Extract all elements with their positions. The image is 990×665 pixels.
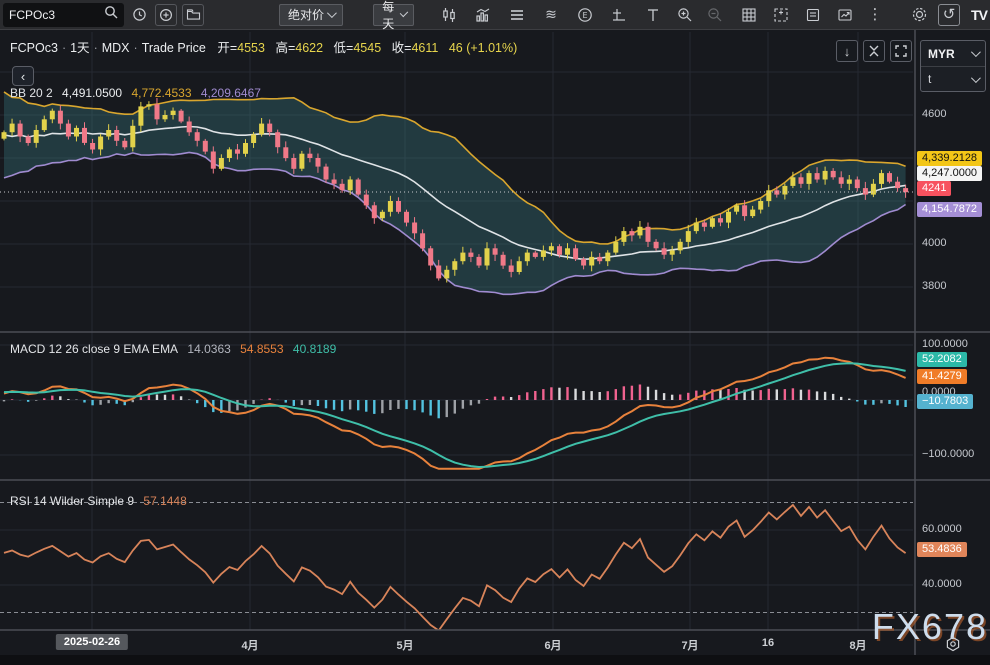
symbol-info-row[interactable]: FCPOc3·1天·MDX·Trade Price 开=4553 高=4622 … bbox=[10, 37, 517, 56]
chevron-down-icon bbox=[971, 73, 981, 83]
zoom-out-icon[interactable] bbox=[704, 4, 726, 26]
templates-icon[interactable] bbox=[506, 4, 528, 26]
macd-line-value: 54.8553 bbox=[240, 342, 283, 356]
macd-signal-value: 40.8189 bbox=[293, 342, 336, 356]
timezone-settings-icon[interactable] bbox=[945, 636, 961, 657]
search-icon bbox=[104, 5, 118, 24]
clock-icon[interactable] bbox=[128, 4, 150, 26]
symbol-search-input[interactable] bbox=[9, 8, 104, 22]
bottom-strip bbox=[0, 655, 990, 665]
more-icon[interactable]: ⋮ bbox=[864, 4, 886, 26]
economy-icon[interactable]: E bbox=[574, 4, 596, 26]
close-value: 4611 bbox=[411, 41, 438, 55]
text-icon[interactable] bbox=[642, 4, 664, 26]
plus-icon[interactable] bbox=[155, 4, 177, 26]
collapse-pane-icon[interactable] bbox=[863, 40, 885, 62]
time-axis-tick: 16 bbox=[762, 637, 774, 649]
svg-text:E: E bbox=[582, 11, 587, 20]
low-label: 低= bbox=[327, 41, 354, 55]
bb-upper-badge: 4,339.2128 bbox=[917, 151, 982, 166]
unit-dropdown[interactable]: t bbox=[921, 66, 985, 91]
open-value: 4553 bbox=[237, 41, 265, 55]
open-label: 开= bbox=[209, 41, 237, 55]
back-button[interactable]: ‹ bbox=[12, 66, 34, 86]
time-axis-tick: 7月 bbox=[681, 637, 698, 653]
macd-signal-badge: 52.2082 bbox=[917, 352, 967, 367]
prev-close-badge: 4,247.0000 bbox=[917, 166, 982, 181]
candlestick-icon[interactable] bbox=[438, 4, 460, 26]
bb-label: BB 20 2 bbox=[10, 86, 53, 100]
change-value: 46 (+1.01%) bbox=[442, 41, 517, 55]
indicators-icon[interactable] bbox=[472, 4, 494, 26]
tv-logo[interactable]: TV bbox=[968, 4, 990, 26]
rsi-tick-60[interactable]: 60.0000 bbox=[922, 523, 962, 535]
macd-label: MACD 12 26 close 9 EMA EMA bbox=[10, 342, 178, 356]
close-label: 收= bbox=[385, 41, 412, 55]
macd-hist-badge: −10.7803 bbox=[917, 394, 973, 409]
macd-tick-100[interactable]: 100.0000 bbox=[922, 338, 968, 350]
price-tick-4000[interactable]: 4000 bbox=[922, 237, 946, 249]
snapshot-icon[interactable] bbox=[770, 4, 792, 26]
rsi-label: RSI 14 Wilder Simple 9 bbox=[10, 494, 134, 508]
bb-indicator-row[interactable]: BB 20 2 4,491.0500 4,772.4533 4,209.6467 bbox=[10, 86, 267, 100]
chart-action-buttons: ↓ bbox=[836, 40, 912, 62]
time-axis-tick: 6月 bbox=[544, 637, 561, 653]
fullscreen-icon[interactable] bbox=[890, 40, 912, 62]
bb-upper-value: 4,772.4533 bbox=[131, 86, 191, 100]
low-value: 4545 bbox=[353, 41, 381, 55]
time-axis[interactable]: 2025-02-26 4月 5月 6月 7月 16 8月 bbox=[0, 630, 990, 655]
scroll-to-latest-icon[interactable]: ↓ bbox=[836, 40, 858, 62]
top-toolbar: 绝对价 每天 ≋ E bbox=[0, 0, 990, 30]
price-mode-dropdown[interactable]: 绝对价 bbox=[279, 4, 343, 26]
high-label: 高= bbox=[268, 41, 295, 55]
time-axis-tick: 8月 bbox=[849, 637, 866, 653]
symbol-interval: 1天 bbox=[70, 41, 89, 55]
price-tick-3800[interactable]: 3800 bbox=[922, 280, 946, 292]
high-value: 4622 bbox=[295, 41, 323, 55]
symbol-search-box[interactable] bbox=[3, 3, 124, 27]
macd-line-badge: 41.4279 bbox=[917, 369, 967, 384]
currency-code: MYR bbox=[928, 47, 955, 61]
compare-waves-icon[interactable]: ≋ bbox=[540, 4, 562, 26]
time-axis-tick: 5月 bbox=[396, 637, 413, 653]
bb-basis-value: 4,491.0500 bbox=[62, 86, 122, 100]
time-axis-date-badge: 2025-02-26 bbox=[56, 634, 128, 650]
grid-icon[interactable] bbox=[738, 4, 760, 26]
macd-hist-value: 14.0363 bbox=[187, 342, 230, 356]
currency-dropdown[interactable]: MYR bbox=[921, 41, 985, 66]
time-axis-tick: 4月 bbox=[241, 637, 258, 653]
unit-label: t bbox=[928, 72, 931, 86]
interval-label: 每天 bbox=[382, 0, 399, 32]
rsi-badge: 53.4836 bbox=[917, 542, 967, 557]
rsi-value: 57.1448 bbox=[143, 494, 186, 508]
undo-icon[interactable]: ↺ bbox=[938, 4, 960, 26]
price-tick-4600[interactable]: 4600 bbox=[922, 108, 946, 120]
rsi-tick-40[interactable]: 40.0000 bbox=[922, 578, 962, 590]
zoom-in-icon[interactable] bbox=[674, 4, 696, 26]
trading-chart-app: 绝对价 每天 ≋ E bbox=[0, 0, 990, 665]
chart-area: FCPOc3·1天·MDX·Trade Price 开=4553 高=4622 … bbox=[0, 30, 990, 665]
last-price-badge: 4241 bbox=[917, 181, 951, 196]
chevron-down-icon bbox=[971, 47, 981, 57]
measure-icon[interactable] bbox=[608, 4, 630, 26]
price-mode-label: 绝对价 bbox=[288, 6, 324, 23]
macd-indicator-row[interactable]: MACD 12 26 close 9 EMA EMA 14.0363 54.85… bbox=[10, 342, 342, 356]
macd-tick-neg100[interactable]: −100.0000 bbox=[922, 448, 974, 460]
symbol-name: FCPOc3 bbox=[10, 41, 58, 55]
settings-icon[interactable] bbox=[908, 4, 930, 26]
currency-unit-box: MYR t bbox=[920, 40, 986, 92]
folder-icon[interactable] bbox=[182, 4, 204, 26]
publish-icon[interactable] bbox=[834, 4, 856, 26]
chevron-down-icon bbox=[399, 9, 408, 18]
bb-lower-value: 4,209.6467 bbox=[201, 86, 261, 100]
symbol-series: Trade Price bbox=[142, 41, 206, 55]
chevron-down-icon bbox=[327, 8, 337, 18]
symbol-exchange: MDX bbox=[102, 41, 130, 55]
rsi-indicator-row[interactable]: RSI 14 Wilder Simple 9 57.1448 bbox=[10, 494, 193, 508]
news-icon[interactable] bbox=[802, 4, 824, 26]
bb-lower-badge: 4,154.7872 bbox=[917, 202, 982, 217]
interval-dropdown[interactable]: 每天 bbox=[373, 4, 414, 26]
